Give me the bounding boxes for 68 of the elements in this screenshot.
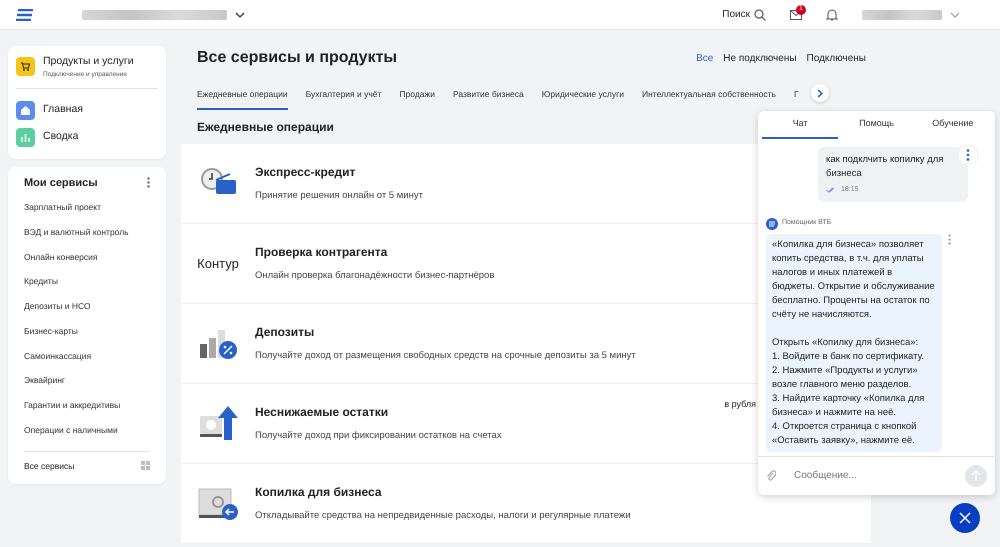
service-link[interactable]: Бизнес-карты — [24, 318, 150, 344]
filter-tab[interactable]: Все — [691, 50, 718, 66]
service-link[interactable]: Кредиты — [24, 269, 150, 294]
chevron-down-icon[interactable] — [235, 12, 245, 18]
filter-tab[interactable]: Подключены — [802, 50, 871, 66]
service-item[interactable]: Контур Проверка контрагента Онлайн проверка благонадёжности бизнес-партнёров — [195, 224, 758, 303]
all-services-link[interactable]: Все сервисы — [24, 460, 74, 472]
service-item[interactable]: Экспресс-кредит Принятие решения онлайн от 5 минут — [195, 144, 758, 223]
more-icon[interactable] — [948, 234, 951, 244]
menu-icon[interactable] — [16, 8, 34, 20]
nav-item[interactable]: Сводка — [16, 124, 158, 150]
service-item[interactable]: Депозиты Получайте доход от размещения свободных средств на срочные депозиты за 5 минут — [195, 304, 758, 383]
bot-message: «Копилка для бизнеса» позволяет копить средства, в т.ч. для уплаты налогов и иных платежей в бюджеты. Открытие и обслуживание бесплатно. Проценты на остаток по счёту не начисляются. Открыть «Копилку для бизнеса»: 1. Войдите в банк по сертификату. 2. Нажмите «Продукты и услуги» возле главного меню разделов. 3. Найдите карточку «Копилка для бизнеса» и нажмите на неё. 4. Откроется страница с кнопкой «Оставить заявку», нажмите её. — [766, 234, 942, 452]
search-icon[interactable] — [754, 8, 766, 20]
category-tab[interactable]: Юридические услуги — [542, 86, 624, 110]
double-check-icon — [826, 187, 837, 194]
chat-tab[interactable]: Помощь — [838, 111, 915, 138]
service-title: Депозиты — [255, 324, 316, 342]
page-title: Все сервисы и продукты — [197, 48, 398, 68]
category-tab[interactable]: Ежедневные операции — [197, 86, 288, 110]
category-tab[interactable]: Г — [794, 86, 799, 110]
service-item[interactable]: Неснижаемые остатки Получайте доход при фиксировании остатков на счетах в рубля — [195, 384, 758, 463]
chat-tab[interactable]: Чат — [762, 111, 838, 138]
service-description: Получайте доход от размещения свободных средств на срочные депозиты за 5 минут — [255, 349, 636, 364]
category-tab[interactable]: Продажи — [399, 86, 435, 110]
service-description: Получайте доход при фиксировании остатков на счетах — [255, 429, 502, 444]
bot-avatar-icon — [766, 218, 778, 230]
more-icon[interactable] — [958, 144, 978, 164]
service-description: Откладывайте средства на непредвиденные расходы, налоги и регулярные платежи — [255, 509, 631, 524]
service-link[interactable]: Гарантии и аккредитивы — [24, 393, 150, 418]
section-heading: Ежедневные операции — [197, 118, 334, 136]
service-title: Экспресс-кредит — [255, 164, 356, 182]
category-tab[interactable]: Интеллектуальная собственность — [642, 86, 776, 110]
paperclip-icon[interactable] — [766, 470, 776, 482]
service-description: Принятие решения онлайн от 5 минут — [255, 189, 423, 204]
service-title: Копилка для бизнеса — [255, 484, 383, 502]
more-icon[interactable] — [147, 177, 150, 188]
service-link[interactable]: Операции с наличными — [24, 418, 150, 442]
bell-icon[interactable] — [826, 8, 838, 20]
search-label[interactable]: Поиск — [722, 7, 750, 22]
service-link[interactable]: Депозиты и НСО — [24, 294, 150, 319]
filter-tab[interactable]: Не подключены — [718, 50, 802, 66]
scroll-right-button[interactable] — [810, 84, 829, 102]
message-text: как подклчить копилку для бизнеса — [826, 152, 944, 181]
section-title: Мои сервисы — [24, 176, 98, 190]
service-item[interactable]: Копилка для бизнеса Откладывайте средства на непредвиденные расходы, налоги и регулярные платежи — [195, 464, 758, 543]
service-description: Онлайн проверка благонадёжности бизнес-партнёров — [255, 269, 494, 284]
service-title: Неснижаемые остатки — [255, 404, 390, 422]
mail-icon[interactable] — [790, 10, 802, 20]
arrow-up-icon — [198, 404, 238, 442]
chat-tab[interactable]: Обучение — [914, 111, 991, 138]
service-link[interactable]: Самоинкассация — [24, 344, 150, 368]
cart-icon — [16, 57, 35, 76]
chevron-right-icon — [816, 88, 823, 98]
service-title: Проверка контрагента — [255, 244, 388, 262]
service-link[interactable]: Онлайн конверсия — [24, 244, 150, 270]
category-tab[interactable]: Развитие бизнеса — [452, 86, 524, 110]
service-link[interactable]: ВЭД и валютный контроль — [24, 220, 150, 244]
home-icon — [16, 100, 35, 120]
chart-icon — [16, 128, 35, 146]
category-tab[interactable]: Бухгалтерия и учёт — [306, 86, 382, 110]
brand-logo: Контур — [197, 254, 239, 273]
nav-item[interactable]: Главная — [16, 96, 158, 124]
close-button[interactable] — [950, 503, 980, 533]
service-note: в рубля — [724, 398, 756, 411]
service-link[interactable]: Эквайринг — [24, 368, 150, 393]
close-icon — [959, 512, 971, 524]
service-link[interactable]: Зарплатный проект — [24, 195, 150, 220]
